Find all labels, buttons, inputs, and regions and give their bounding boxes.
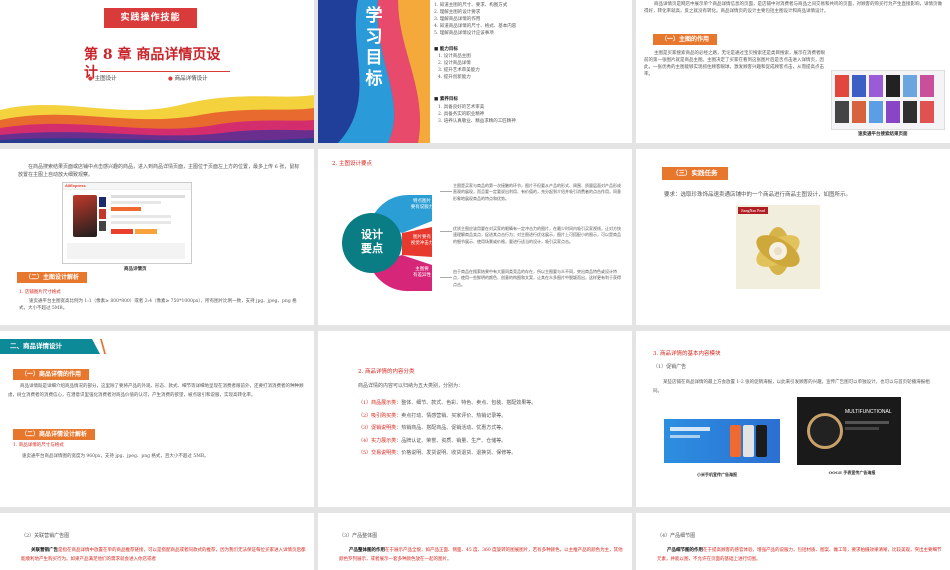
search-results-screenshot (831, 70, 945, 130)
detail-page-intro: 在商品搜索结果页面或店铺中点击感兴趣的商品，进入到商品详情页面，主图位于页面左上… (18, 164, 300, 178)
image-size-text: 速卖通平台主图宽高比例为 1:1（像素≥ 800*800）或者 3:4（像素≥ … (19, 299, 297, 311)
section-tag-main-image-analysis: （二）主图设计解析 (17, 272, 88, 283)
promo-subheading: （1）促销广告 (653, 364, 687, 370)
screenshot-caption: 速卖通平台搜索结果页面 (858, 132, 908, 137)
slide-practice-task[interactable]: （三）实践任务 要求：选取珍珠饰品速卖通店铺中的一个商品进行商品主图设计，如图所… (636, 149, 950, 325)
square-bullet-icon: ■ (434, 47, 439, 52)
ability-objectives: 1. 设计商品主图 2. 设计商品详情 3. 提升艺术审美能力 4. 提升创新能… (438, 54, 480, 80)
practice-banner: 实践操作技能 (104, 8, 197, 28)
slide-learning-objectives[interactable]: 学 习 目 标 1. 知道主图的尺寸、要求、构图方式 2. 理解主图的设计要求 … (318, 0, 632, 143)
design-point-1-text: 主图是买家与商品的第一次接触的环节，图片不但要从产品的形式、周围、质量层面对产品… (453, 183, 621, 201)
watch-face-icon (807, 413, 843, 449)
watch-ad-text: MULTIFUNCTIONAL (845, 409, 892, 415)
petal-difference: 主图要 有差异性 (413, 267, 431, 278)
list-item: （2）吸引购买类：卖点打动、情感营销、买家评价、热销记录等。 (358, 412, 507, 419)
slide-chapter-cover[interactable]: 实践操作技能 第 8 章 商品详情页设 计 ● 主图设计 ● 商品详情设计 (0, 0, 314, 143)
flower-brooch-icon (756, 227, 800, 275)
petal-persuasive: 特点图片 要有说服力 (410, 199, 434, 210)
modules-heading: 3. 商品详情的基本内容模块 (653, 351, 721, 357)
section-heading-bar: 二、商品详情设计 (0, 339, 100, 354)
screenshot-caption: 商品详情页 (124, 267, 147, 272)
slide-main-image-purpose[interactable]: 商品详情页是网店中展示单个商品详情信息的页面，是店铺中对消费者与商品之间交易和共… (636, 0, 950, 143)
section-tag-practice: （三）实践任务 (662, 167, 728, 180)
overall-image-text: 产品整体图的作用在于展示产品全貌，如产品正面、侧面、45 度、360 度旋转的图… (339, 548, 623, 562)
shop-logo: AliExpress (65, 183, 86, 188)
slide-overall-image[interactable]: （3）产品整体图 产品整体图的作用在于展示产品全貌，如产品正面、侧面、45 度、… (318, 513, 632, 570)
watch-ad-caption: OOGE 手表宣传广告海报 (828, 470, 876, 475)
design-point-3-text: 由于商品在搜索结果中有大量同类竞品的存在，所以主图要与众不同，突出商品特色或设计… (453, 269, 621, 287)
bullet-dot-icon: ● (168, 76, 173, 82)
detail-size-text: 速卖通平台商品详情图的宽度为 960px，支持 jpg、jpeg、png 格式，… (22, 454, 209, 459)
list-item: （3）促销说明类：热销商品、搭配商品、促销活动、优惠方式等。 (358, 425, 507, 431)
list-item: （5）交易说明类：价格说明、发货说明、收货退货、退换货、保修等。 (358, 450, 517, 456)
detail-image-text: 产品细节图的作用在于提高顾客的感官体验，增强产品的说服力，包括材质、图案、做工等… (657, 548, 942, 562)
section-tag-detail-role: （一）商品详情的作用 (13, 369, 90, 380)
detail-image-heading: （4）产品细节图 (657, 533, 696, 539)
section-tag-main-image-role: （一）主图的作用 (653, 34, 718, 45)
image-size-heading: 1. 店铺图片尺寸格式 (19, 290, 61, 295)
section-tag-detail-analysis: （二）商品详情设计解析 (13, 429, 96, 440)
categories-intro: 商品详情的内容可以归纳为五大类别，分别为： (358, 383, 464, 389)
detail-intro-text: 商品详情页是网店中展示单个商品详情信息的页面，是店铺中对消费者与商品之间交易和共… (644, 2, 942, 14)
design-points-heading: 2. 主图设计要点 (332, 161, 372, 167)
overall-image-heading: （3）产品整体图 (339, 533, 378, 539)
chapter-number: 第 8 章 (84, 47, 132, 63)
list-item: （1）商品展示类：整体、细节、款式、色彩、特色、卖点、包装、搭配效果等。 (358, 400, 537, 406)
chapter-title-a: 商品详情页设 (136, 47, 221, 63)
slide-main-image-analysis[interactable]: 在商品搜索结果页面或店铺中点击感兴趣的商品，进入到商品详情页面，主图位于页面左上… (0, 149, 314, 325)
cover-bullet-1: ● 主图设计 (88, 76, 117, 82)
xiaomi-ad-image (664, 419, 780, 463)
main-image-role-text: 主图是买家搜索商品的必经之路，无论是通过宝贝搜索还是类目搜索，展示在消费者眼前的… (644, 51, 825, 77)
bullet-dot-icon: ● (88, 76, 93, 82)
slide-related-marketing[interactable]: （2）关联营销广告图 关联营销广告是指在商品详情中放置在单的商品推荐链接，可以是… (0, 513, 314, 570)
brand-label: JiangNan Pearl (738, 207, 769, 214)
detail-size-heading: 1. 商品详情的尺寸与格式 (13, 443, 64, 448)
quality-heading: ■ 素养目标 (434, 97, 458, 102)
list-item: （4）实力展示类：品牌认证、荣誉、资质、销量、生产、仓储等。 (358, 437, 507, 444)
practice-requirement: 要求：选取珍珠饰品速卖通店铺中的一个商品进行商品主图设计，如图所示。 (664, 192, 852, 198)
related-marketing-heading: （2）关联营销广告图 (21, 533, 70, 539)
slide-content-categories[interactable]: 2. 商品详情的内容分类 商品详情的内容可以归纳为五大类别，分别为： （1）商品… (318, 331, 632, 507)
objectives-title: 学 习 目 标 (365, 6, 383, 89)
design-points-center: 设计 要点 (361, 228, 383, 255)
phone-main-image (73, 195, 97, 237)
slide-detail-design[interactable]: 二、商品详情设计 （一）商品详情的作用 商品详情既是详细介绍商品情况的部分，这里… (0, 331, 314, 507)
pearl-brooch-image: JiangNan Pearl (736, 205, 820, 289)
product-page-screenshot: AliExpress (62, 182, 192, 264)
ooge-watch-ad-image: MULTIFUNCTIONAL (797, 397, 901, 465)
xiaomi-ad-caption: 小米手机宣传广告海报 (697, 472, 737, 477)
square-bullet-icon: ■ (434, 97, 439, 102)
detail-role-text: 商品详情既是详细介绍商品情况的部分，这里除了要将产品的外观、形态、款式、细节等详… (8, 384, 304, 398)
slide-detail-image[interactable]: （4）产品细节图 产品细节图的作用在于提高顾客的感官体验，增强产品的说服力，包括… (636, 513, 950, 570)
chapter-title: 第 8 章 商品详情页设 (84, 44, 220, 64)
knowledge-objectives: 1. 知道主图的尺寸、要求、构图方式 2. 理解主图的设计要求 3. 理解商品详… (434, 3, 517, 36)
promo-text: 某些店铺在商品详情的最上方会放置 1-2 张的促销海报，以此来引发顾客的兴趣，宣… (653, 380, 930, 394)
petal-visual-impact: 图片要有 视觉冲击力 (410, 235, 434, 246)
categories-list: （1）商品展示类：整体、细节、款式、色彩、特色、卖点、包装、搭配效果等。 （2）… (358, 397, 608, 460)
categories-heading: 2. 商品详情的内容分类 (358, 369, 415, 375)
design-point-2-text: 优质主图应该用要在对买家的眼睛有一定冲击力的图片，在最少时间内吸引买家视线，让对… (453, 226, 621, 244)
title-rule (100, 71, 230, 72)
slide-basic-modules[interactable]: 3. 商品详情的基本内容模块 （1）促销广告 某些店铺在商品详情的最上方会放置 … (636, 331, 950, 507)
cover-bullet-2: ● 商品详情设计 (168, 76, 208, 82)
ability-heading: ■ 能力目标 (434, 47, 458, 52)
related-marketing-text: 关联营销广告是指在商品详情中放置在单的商品推荐链接，可以是搭配商品或者同款式的推… (21, 548, 306, 562)
quality-objectives: 1. 具备良好的艺术审美 2. 具备务实的职业精神 3. 培养认真敬业、精益求精… (438, 105, 516, 124)
slide-design-points[interactable]: 2. 主图设计要点 设计 要点 特点图片 要有说服力 图片要有 视觉冲击力 主图要有… (318, 149, 632, 325)
